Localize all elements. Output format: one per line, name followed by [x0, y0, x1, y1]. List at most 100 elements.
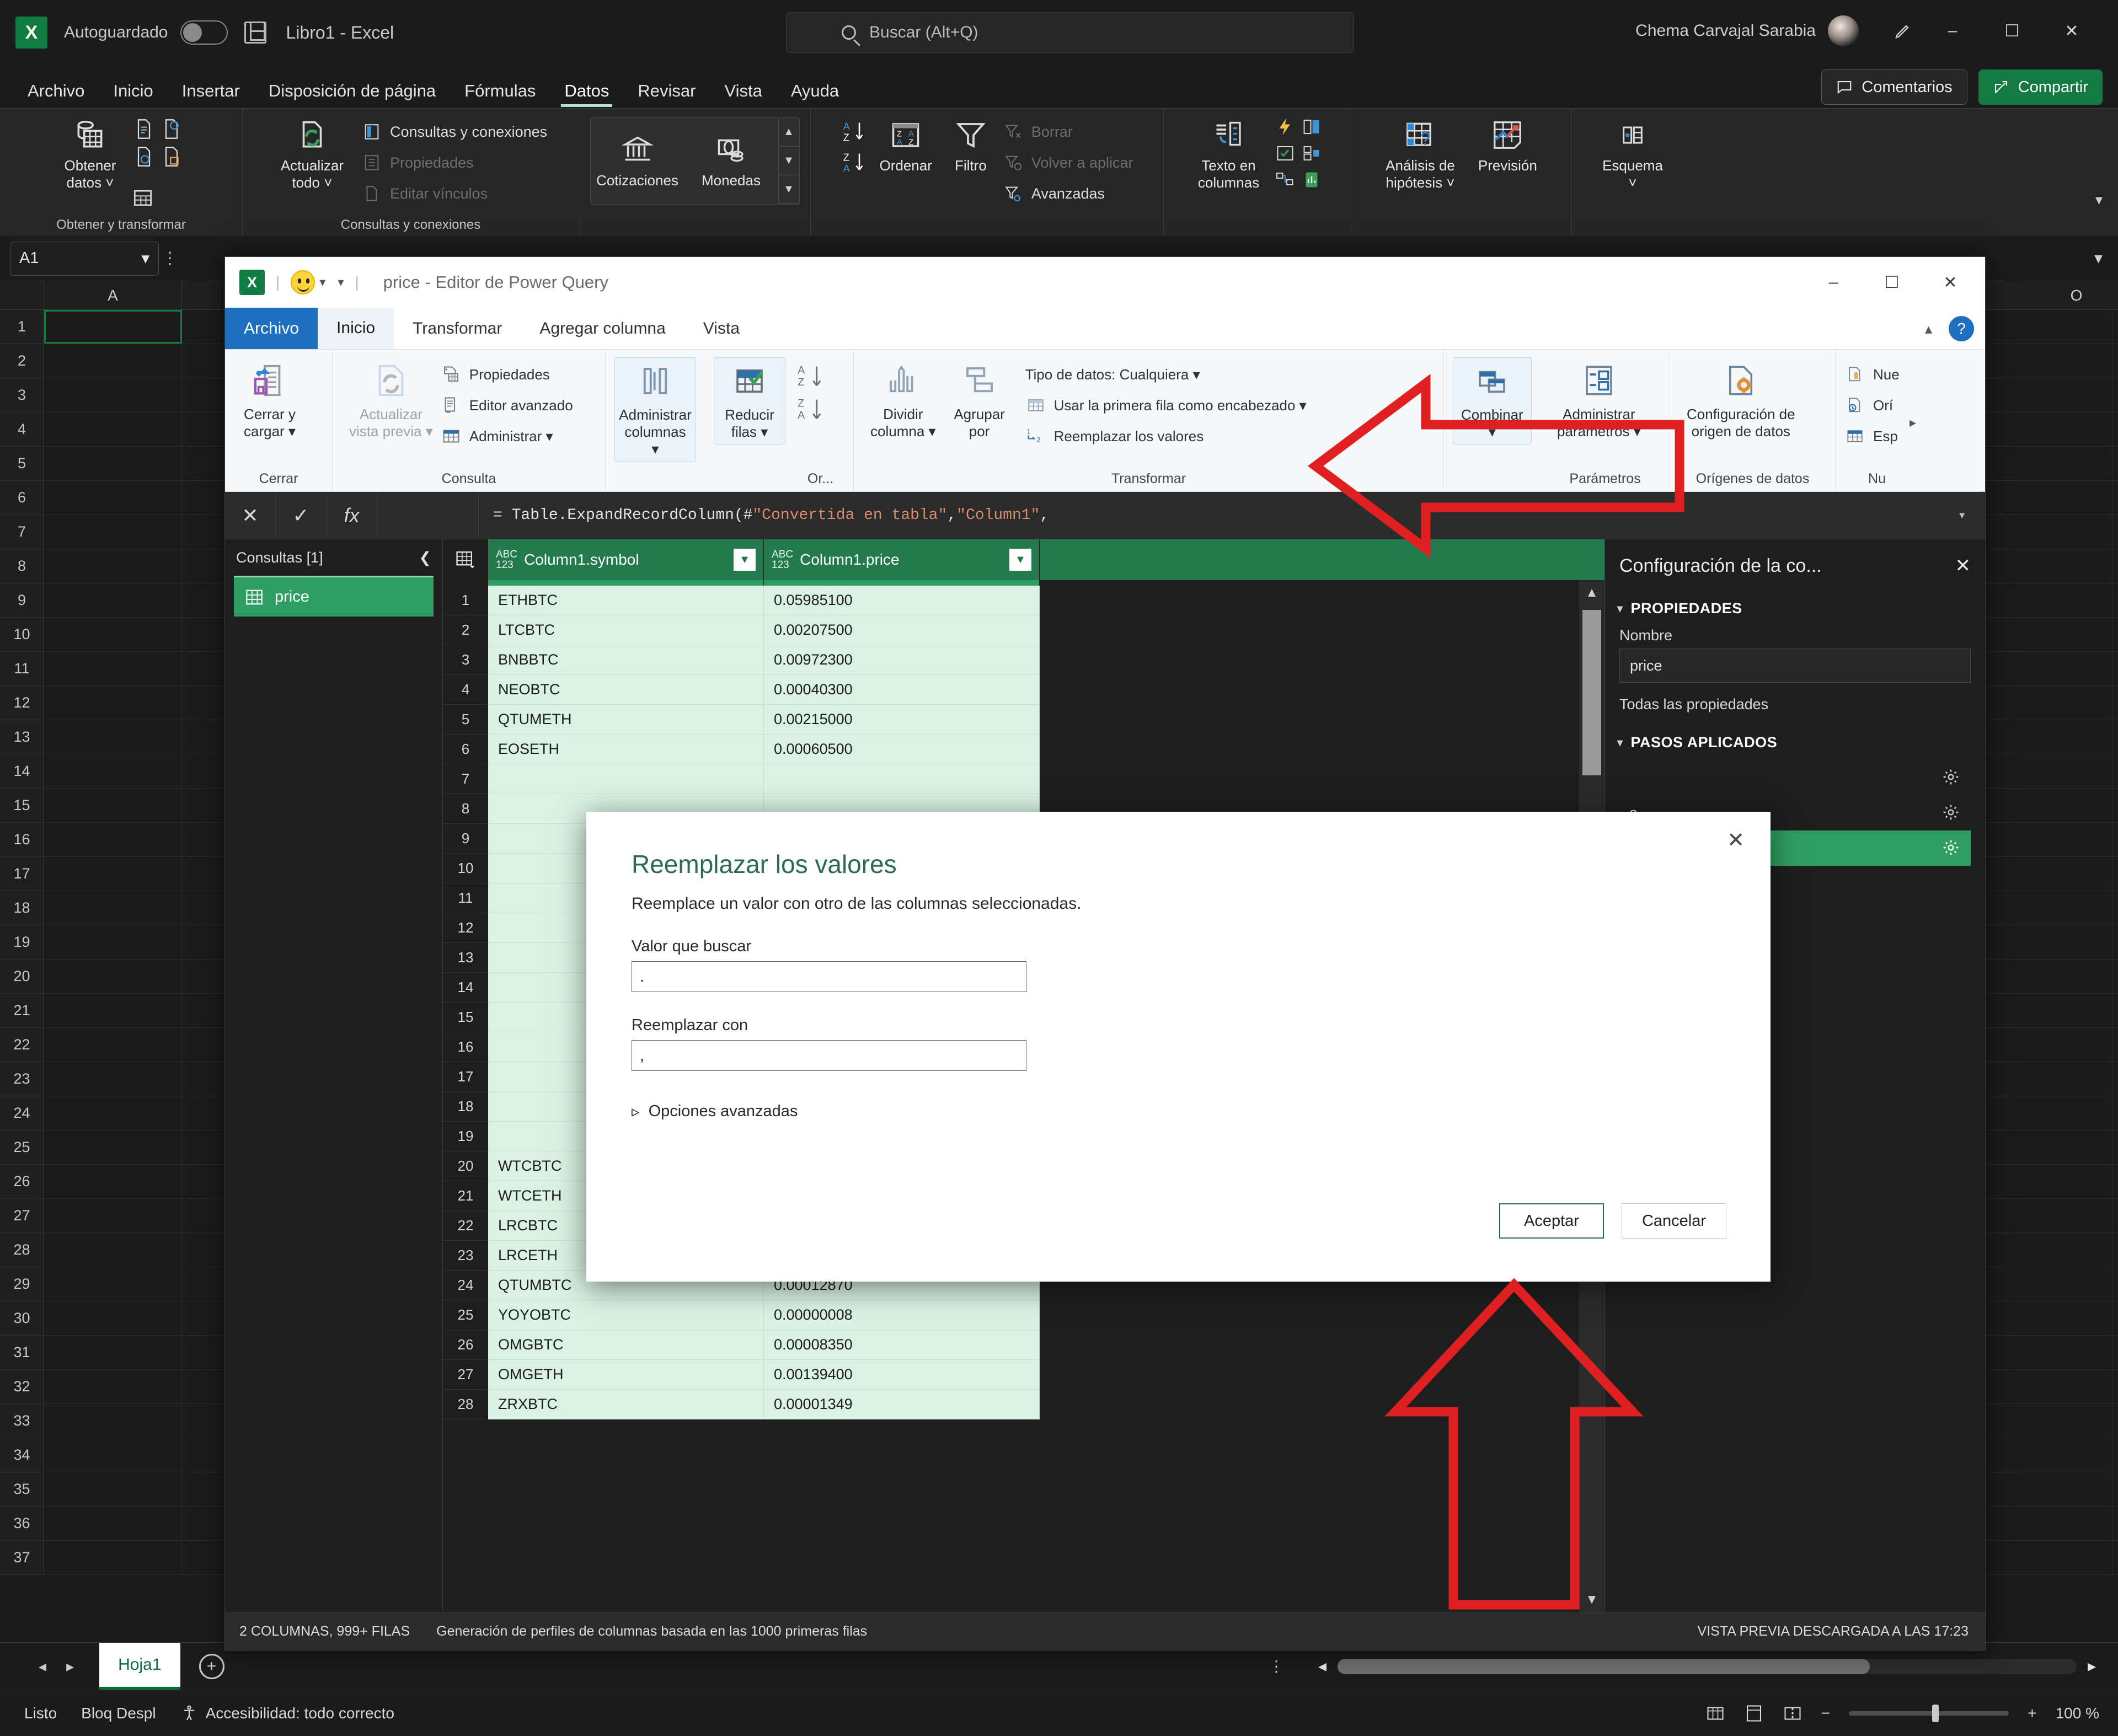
cell-symbol[interactable]	[488, 764, 764, 794]
user-account[interactable]: Chema Carvajal Sarabia	[1635, 15, 1859, 46]
tipo-de-datos-dropdown[interactable]: Tipo de datos: Cualquiera ▾	[1025, 361, 1307, 388]
help-icon[interactable]: ?	[1949, 316, 1974, 341]
data-types-gallery[interactable]: Cotizaciones Monedas ▲ ▼ ▼	[590, 117, 800, 205]
configuracion-origen-datos-button[interactable]: Configuración de origen de datos	[1679, 357, 1803, 443]
find-value-input[interactable]: .	[632, 961, 1026, 992]
existing-connections-icon[interactable]	[130, 185, 156, 211]
applied-steps-header[interactable]: ▾ PASOS APLICADOS	[1605, 734, 1985, 751]
cell[interactable]	[1975, 378, 2112, 412]
row-header[interactable]: 29	[0, 1267, 44, 1301]
zoom-out-button[interactable]: −	[1821, 1705, 1830, 1722]
tab-insertar[interactable]: Insertar	[168, 74, 254, 108]
cell[interactable]	[1975, 1507, 2112, 1540]
cell[interactable]	[1975, 618, 2112, 651]
from-table-icon[interactable]	[131, 144, 157, 169]
row-header[interactable]: 15	[0, 789, 44, 822]
row-header[interactable]: 17	[0, 857, 44, 891]
cell[interactable]	[44, 618, 182, 651]
row-header[interactable]: 6	[0, 481, 44, 515]
cell[interactable]	[1975, 1233, 2112, 1267]
column-header-symbol[interactable]: ABC 123 Column1.symbol ▼	[488, 539, 764, 580]
cell[interactable]	[1975, 823, 2112, 856]
chevron-down-icon[interactable]: ▾	[141, 249, 149, 268]
pq-tab-inicio[interactable]: Inicio	[318, 308, 394, 349]
cell[interactable]	[44, 1541, 182, 1574]
cell[interactable]	[44, 549, 182, 583]
minimize-button[interactable]: –	[1923, 15, 1982, 46]
tab-inicio[interactable]: Inicio	[99, 74, 167, 108]
table-row[interactable]: 4 NEOBTC 0.00040300	[443, 675, 1604, 705]
scroll-up-button[interactable]: ▲	[1579, 580, 1604, 606]
cell-price[interactable]: 0.00001349	[764, 1390, 1040, 1419]
cell[interactable]	[1975, 1301, 2112, 1335]
cell[interactable]	[44, 1507, 182, 1540]
texto-en-columnas-button[interactable]: Texto en columnas	[1191, 114, 1266, 194]
cell[interactable]	[44, 1301, 182, 1335]
cell[interactable]	[1975, 583, 2112, 617]
cell[interactable]	[1975, 1472, 2112, 1506]
cell[interactable]	[44, 652, 182, 685]
cell-price[interactable]	[764, 764, 1040, 794]
row-header[interactable]: 11	[0, 652, 44, 685]
row-header[interactable]: 9	[0, 583, 44, 617]
pq-propiedades-button[interactable]: Propiedades	[441, 361, 573, 388]
cell[interactable]	[44, 754, 182, 788]
cell-price[interactable]: 0.05985100	[764, 586, 1040, 615]
especificar-datos-button[interactable]: Esp	[1844, 422, 1900, 450]
table-row[interactable]: 5 QTUMETH 0.00215000	[443, 705, 1604, 735]
editor-avanzado-button[interactable]: Editor avanzado	[441, 392, 573, 419]
settings-close-icon[interactable]: ✕	[1955, 555, 1971, 577]
share-button[interactable]: Compartir	[1978, 69, 2103, 105]
next-sheet-button[interactable]: ▸	[66, 1657, 74, 1675]
pq-tab-transformar[interactable]: Transformar	[394, 308, 521, 349]
cell[interactable]	[44, 344, 182, 378]
pq-minimize-button[interactable]: –	[1804, 257, 1863, 308]
pq-maximize-button[interactable]: ☐	[1863, 257, 1921, 308]
cell[interactable]	[44, 925, 182, 959]
search-box[interactable]: Buscar (Alt+Q)	[786, 12, 1354, 53]
analisis-de-hipotesis-button[interactable]: ? Análisis de hipótesis ˅	[1379, 114, 1462, 194]
cell[interactable]	[1975, 925, 2112, 959]
cell[interactable]	[44, 1165, 182, 1198]
table-row[interactable]: 1 ETHBTC 0.05985100	[443, 586, 1604, 615]
smiley-icon[interactable]	[291, 270, 315, 294]
row-header[interactable]: 20	[0, 960, 44, 993]
pq-tab-agregar-columna[interactable]: Agregar columna	[521, 308, 684, 349]
column-header-o[interactable]: O	[2008, 281, 2118, 310]
row-header[interactable]: 4	[0, 412, 44, 446]
row-header[interactable]: 19	[0, 925, 44, 959]
row-header[interactable]: 16	[0, 823, 44, 856]
cell[interactable]	[44, 960, 182, 993]
row-header[interactable]: 14	[0, 754, 44, 788]
dialog-close-button[interactable]: ✕	[1720, 824, 1752, 856]
cell[interactable]	[44, 481, 182, 515]
zoom-in-button[interactable]: +	[2028, 1705, 2036, 1722]
tab-datos[interactable]: Datos	[550, 74, 623, 108]
cell-price[interactable]: 0.00215000	[764, 705, 1040, 735]
usar-primera-fila-button[interactable]: Usar la primera fila como encabezado ▾	[1025, 392, 1307, 419]
filter-dropdown-icon-2[interactable]: ▼	[1009, 549, 1031, 571]
origenes-recientes-button[interactable]: Orí	[1844, 392, 1900, 419]
cell[interactable]	[44, 412, 182, 446]
ribbon-collapse-icon[interactable]: ▾	[2095, 191, 2103, 208]
row-header[interactable]: 7	[0, 515, 44, 549]
cell[interactable]	[44, 1472, 182, 1506]
row-header[interactable]: 37	[0, 1541, 44, 1574]
cell[interactable]	[1975, 1096, 2112, 1130]
prev-sheet-button[interactable]: ◂	[39, 1657, 46, 1675]
cell[interactable]	[44, 1370, 182, 1403]
cell-symbol[interactable]: ETHBTC	[488, 586, 764, 615]
row-header[interactable]: 28	[0, 1233, 44, 1267]
obtener-datos-button[interactable]: Obtener datos ˅	[58, 114, 123, 194]
cell[interactable]	[1975, 310, 2112, 344]
flash-fill-icon[interactable]	[1272, 114, 1298, 140]
cell[interactable]	[44, 891, 182, 925]
cell[interactable]	[44, 823, 182, 856]
cell[interactable]	[1975, 686, 2112, 720]
cell[interactable]	[1975, 515, 2112, 549]
row-header[interactable]: 25	[0, 1130, 44, 1164]
cell[interactable]	[44, 1199, 182, 1233]
row-header[interactable]: 2	[0, 344, 44, 378]
dividir-columna-button[interactable]: Dividir columna ▾	[863, 357, 944, 443]
data-validation-icon[interactable]	[1272, 141, 1298, 166]
